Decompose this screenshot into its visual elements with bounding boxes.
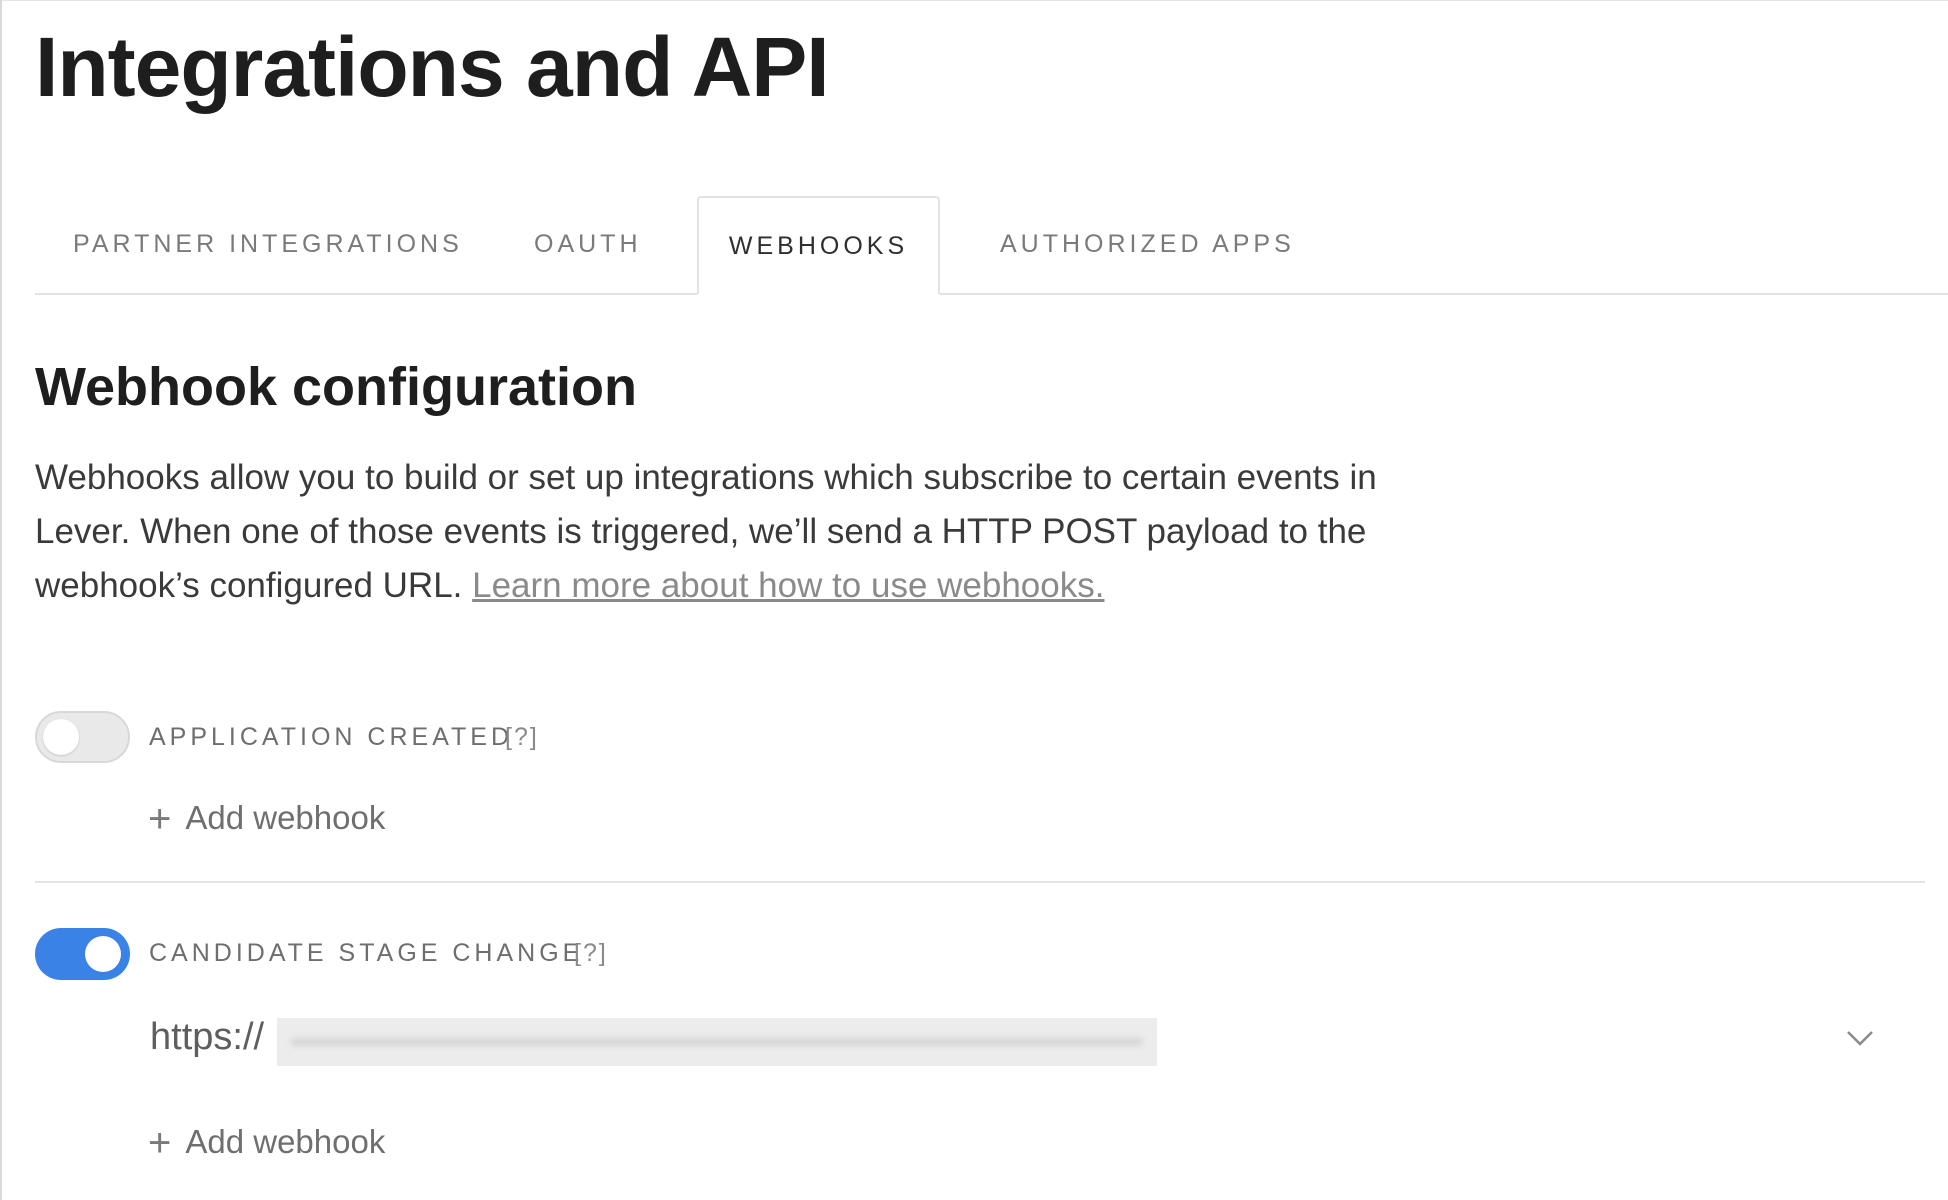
- webhook-url-row[interactable]: https://: [150, 1016, 1880, 1066]
- toggle-knob: [85, 936, 121, 972]
- tab-authorized-apps[interactable]: AUTHORIZED APPS: [1000, 196, 1295, 293]
- toggle-knob: [43, 719, 79, 755]
- section-description: Webhooks allow you to build or set up in…: [35, 451, 1475, 613]
- chevron-down-icon[interactable]: [1840, 1022, 1880, 1052]
- help-link-application-created[interactable]: [?]: [505, 723, 539, 752]
- application-created-toggle[interactable]: [35, 711, 130, 763]
- plus-icon: +: [148, 1121, 172, 1165]
- add-webhook-label: Add webhook: [185, 799, 386, 836]
- section-title: Webhook configuration: [35, 357, 637, 417]
- redacted-url: [277, 1018, 1157, 1066]
- tab-bar: PARTNER INTEGRATIONS OAUTH WEBHOOKS AUTH…: [35, 196, 1948, 295]
- webhook-url-prefix: https://: [150, 1016, 265, 1058]
- add-webhook-label: Add webhook: [185, 1123, 386, 1160]
- add-webhook-button[interactable]: + Add webhook: [148, 797, 385, 842]
- integrations-page: Integrations and API PARTNER INTEGRATION…: [0, 0, 1948, 1200]
- plus-icon: +: [148, 797, 172, 841]
- add-webhook-button[interactable]: + Add webhook: [148, 1121, 385, 1166]
- tab-partner-integrations[interactable]: PARTNER INTEGRATIONS: [73, 196, 463, 293]
- event-label-candidate-stage-change: CANDIDATE STAGE CHANGE: [149, 939, 584, 967]
- tab-webhooks[interactable]: WEBHOOKS: [697, 196, 940, 295]
- divider: [35, 881, 1925, 883]
- page-title: Integrations and API: [35, 20, 830, 114]
- event-label-application-created: APPLICATION CREATED: [149, 723, 514, 751]
- candidate-stage-change-toggle[interactable]: [35, 928, 130, 980]
- help-link-candidate-stage-change[interactable]: [?]: [574, 939, 608, 968]
- learn-more-link[interactable]: Learn more about how to use webhooks.: [472, 566, 1104, 605]
- tab-oauth[interactable]: OAUTH: [534, 196, 642, 293]
